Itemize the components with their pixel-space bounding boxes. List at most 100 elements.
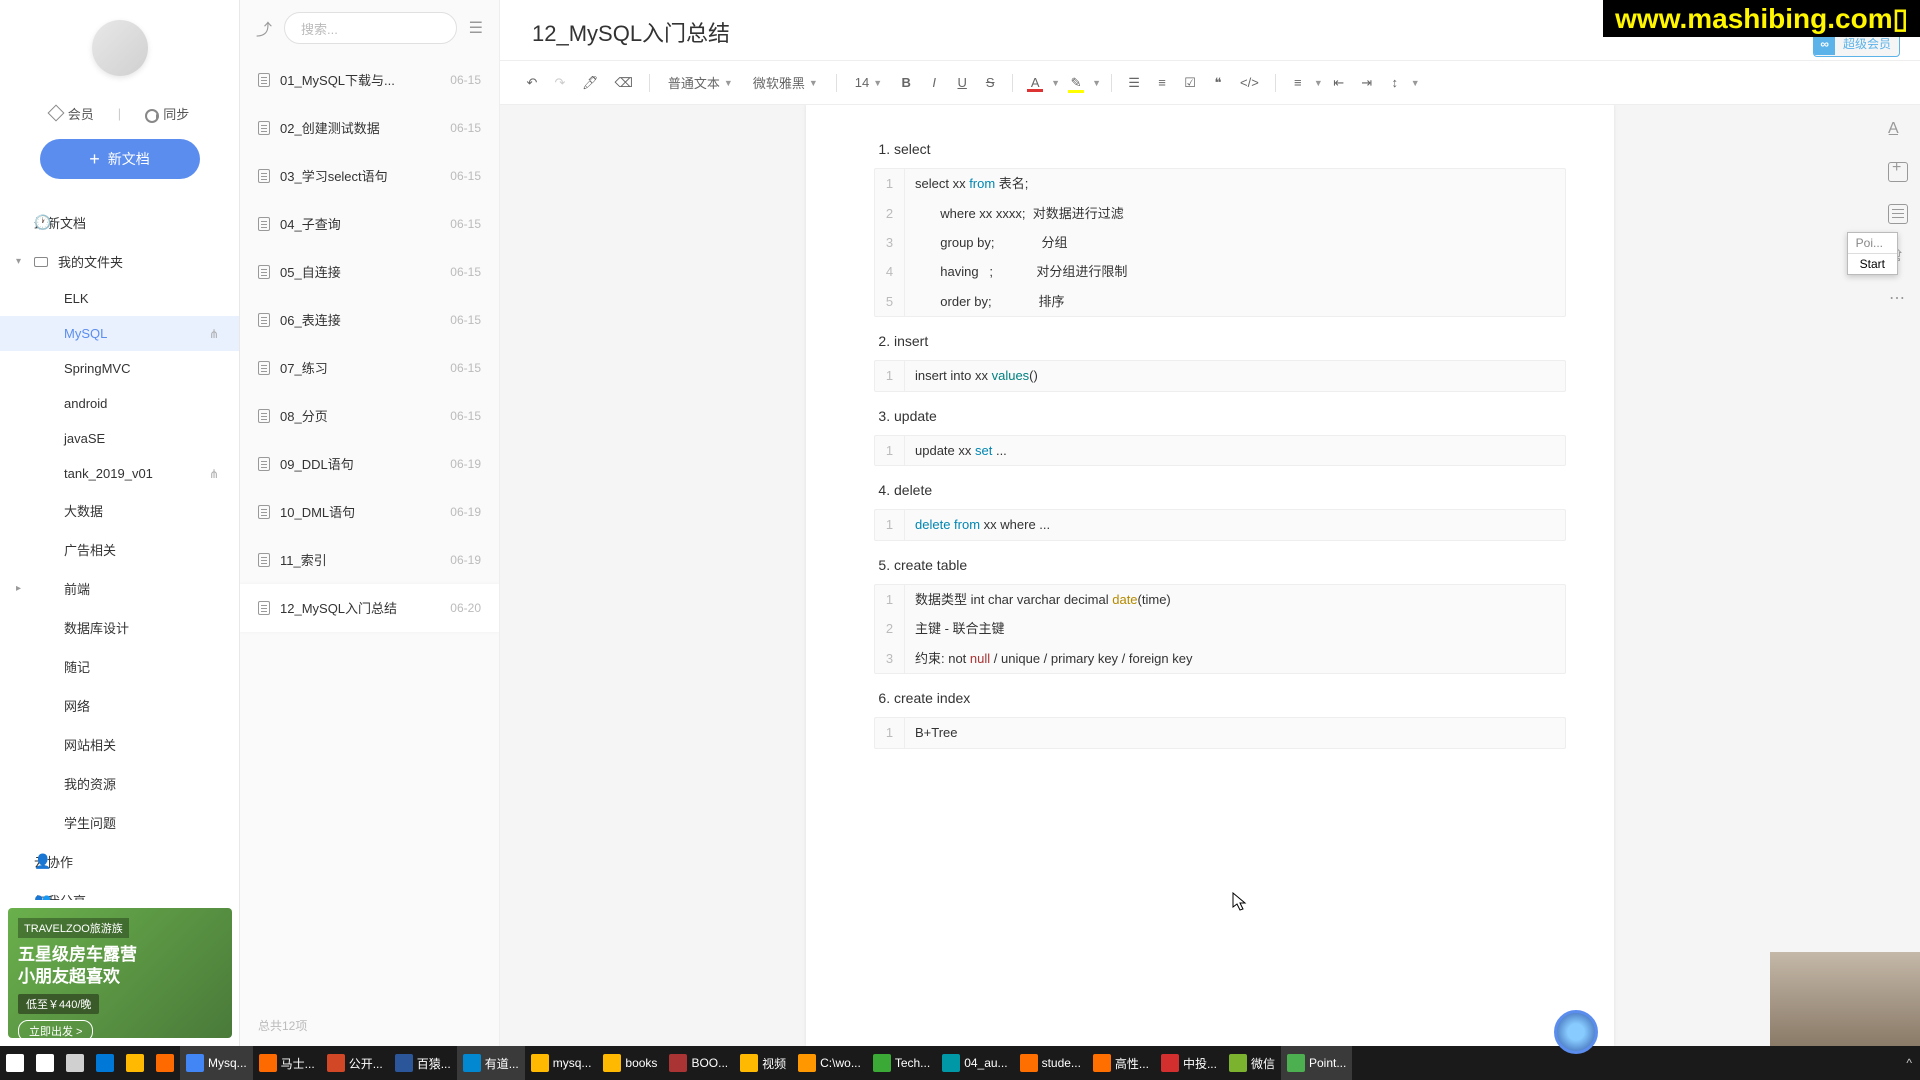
clear-format-button[interactable]: ⌫ bbox=[609, 71, 639, 95]
content-item[interactable]: insert bbox=[894, 329, 1566, 354]
taskbar-item[interactable]: Mysq... bbox=[180, 1046, 253, 1080]
file-item[interactable]: 11_索引06-19 bbox=[240, 536, 499, 584]
content-item[interactable]: create table bbox=[894, 553, 1566, 578]
align-button[interactable]: ≡ bbox=[1286, 71, 1310, 94]
more-icon[interactable]: ⋯ bbox=[1889, 288, 1907, 308]
folder-up-icon[interactable]: ⤴ bbox=[256, 16, 272, 40]
taskbar-item[interactable]: 有道... bbox=[457, 1046, 525, 1080]
checkbox-button[interactable]: ☑ bbox=[1178, 71, 1202, 95]
taskbar-item[interactable]: 马士... bbox=[253, 1046, 321, 1080]
floating-avatar[interactable] bbox=[1554, 1010, 1598, 1054]
taskbar-item[interactable]: BOO... bbox=[663, 1046, 734, 1080]
text-color-button[interactable]: A bbox=[1023, 71, 1047, 94]
user-avatar[interactable] bbox=[92, 20, 148, 76]
taskbar-item[interactable]: mysq... bbox=[525, 1046, 598, 1080]
code-block[interactable]: 1数据类型 int char varchar decimal date(time… bbox=[874, 584, 1566, 674]
file-item[interactable]: 10_DML语句06-19 bbox=[240, 488, 499, 536]
taskbar-item[interactable] bbox=[150, 1046, 180, 1080]
sidebar-item[interactable]: android bbox=[0, 386, 239, 421]
code-block[interactable]: 1select xx from 表名;2 where xx xxxx; 对数据进… bbox=[874, 168, 1566, 317]
file-item[interactable]: 12_MySQL入门总结06-20 bbox=[240, 584, 499, 632]
file-item[interactable]: 01_MySQL下载与...06-15 bbox=[240, 56, 499, 104]
sidebar-item[interactable]: javaSE bbox=[0, 421, 239, 456]
code-block[interactable]: 1insert into xx values() bbox=[874, 360, 1566, 391]
font-size-select[interactable]: 14▼ bbox=[847, 71, 890, 94]
file-item[interactable]: 02_创建测试数据06-15 bbox=[240, 104, 499, 152]
file-item[interactable]: 04_子查询06-15 bbox=[240, 200, 499, 248]
sidebar-item[interactable]: 数据库设计 bbox=[0, 608, 239, 647]
sidebar-item[interactable]: 网络 bbox=[0, 686, 239, 725]
taskbar-item[interactable]: C:\wo... bbox=[792, 1046, 867, 1080]
strike-button[interactable]: S bbox=[978, 71, 1002, 94]
chevron-down-icon[interactable]: ▼ bbox=[1411, 78, 1420, 88]
content-list[interactable]: select 1select xx from 表名;2 where xx xxxx… bbox=[854, 137, 1566, 749]
outline-icon[interactable] bbox=[1888, 204, 1908, 224]
sidebar-item[interactable]: 学生问题 bbox=[0, 803, 239, 842]
taskbar-item[interactable]: 高性... bbox=[1087, 1046, 1155, 1080]
sidebar-item[interactable]: 🕐最新文档 bbox=[0, 203, 239, 242]
add-icon[interactable] bbox=[1888, 162, 1908, 182]
pointfix-float[interactable]: Poi... Start bbox=[1847, 232, 1898, 275]
italic-button[interactable]: I bbox=[922, 71, 946, 94]
taskbar-item[interactable] bbox=[90, 1046, 120, 1080]
code-button[interactable]: </> bbox=[1234, 71, 1265, 94]
content-item[interactable]: select bbox=[894, 137, 1566, 162]
promo-banner[interactable]: TRAVELZOO旅游族 五星级房车露营 小朋友超喜欢 低至￥440/晚 立即出… bbox=[8, 908, 232, 1038]
taskbar-item[interactable] bbox=[0, 1046, 30, 1080]
sync-link[interactable]: 同步 bbox=[145, 104, 189, 123]
number-list-button[interactable]: ≡ bbox=[1150, 71, 1174, 94]
sidebar-item[interactable]: 我的资源 bbox=[0, 764, 239, 803]
format-paint-button[interactable]: 🖊 bbox=[576, 71, 605, 95]
sidebar-item[interactable]: SpringMVC bbox=[0, 351, 239, 386]
tray-expand-icon[interactable]: ^ bbox=[1898, 1056, 1920, 1070]
highlight-button[interactable]: ✎ bbox=[1064, 71, 1088, 95]
taskbar-item[interactable] bbox=[60, 1046, 90, 1080]
search-input[interactable]: 搜索... bbox=[284, 12, 457, 44]
quote-button[interactable]: ❝ bbox=[1206, 71, 1230, 95]
chevron-down-icon[interactable]: ▼ bbox=[1092, 78, 1101, 88]
text-mode-icon[interactable]: A̲ bbox=[1888, 120, 1908, 140]
sidebar-item[interactable]: MySQL⋔ bbox=[0, 316, 239, 351]
taskbar-item[interactable]: 中投... bbox=[1155, 1046, 1223, 1080]
new-doc-button[interactable]: + 新文档 bbox=[40, 139, 200, 179]
line-height-button[interactable]: ↕ bbox=[1383, 71, 1407, 94]
file-item[interactable]: 03_学习select语句06-15 bbox=[240, 152, 499, 200]
taskbar-item[interactable]: 公开... bbox=[321, 1046, 389, 1080]
bullet-list-button[interactable]: ☰ bbox=[1122, 71, 1146, 95]
sidebar-item[interactable]: 👤云协作 bbox=[0, 842, 239, 881]
redo-button[interactable]: ↷ bbox=[548, 71, 572, 95]
file-item[interactable]: 05_自连接06-15 bbox=[240, 248, 499, 296]
undo-button[interactable]: ↶ bbox=[520, 71, 544, 95]
taskbar-item[interactable]: 百猿... bbox=[389, 1046, 457, 1080]
sidebar-item[interactable]: ELK bbox=[0, 281, 239, 316]
menu-icon[interactable]: ☰ bbox=[469, 18, 483, 38]
underline-button[interactable]: U bbox=[950, 71, 974, 94]
chevron-down-icon[interactable]: ▼ bbox=[1051, 78, 1060, 88]
taskbar-item[interactable]: books bbox=[597, 1046, 663, 1080]
content-item[interactable]: create index bbox=[894, 686, 1566, 711]
indent-left-button[interactable]: ⇤ bbox=[1327, 71, 1351, 95]
taskbar-item[interactable]: 04_au... bbox=[936, 1046, 1013, 1080]
taskbar-item[interactable]: Point... bbox=[1281, 1046, 1352, 1080]
file-item[interactable]: 07_练习06-15 bbox=[240, 344, 499, 392]
sidebar-item[interactable]: 网站相关 bbox=[0, 725, 239, 764]
taskbar-item[interactable]: stude... bbox=[1014, 1046, 1087, 1080]
sidebar-item[interactable]: tank_2019_v01⋔ bbox=[0, 456, 239, 491]
doc-body[interactable]: select 1select xx from 表名;2 where xx xxxx… bbox=[500, 105, 1920, 1046]
sidebar-item[interactable]: ▸前端 bbox=[0, 569, 239, 608]
taskbar-item[interactable] bbox=[30, 1046, 60, 1080]
indent-right-button[interactable]: ⇥ bbox=[1355, 71, 1379, 95]
file-item[interactable]: 06_表连接06-15 bbox=[240, 296, 499, 344]
file-item[interactable]: 08_分页06-15 bbox=[240, 392, 499, 440]
text-style-select[interactable]: 普通文本▼ bbox=[660, 69, 741, 96]
code-block[interactable]: 1delete from xx where ... bbox=[874, 509, 1566, 540]
promo-go[interactable]: 立即出发 > bbox=[18, 1020, 93, 1042]
sidebar-item[interactable]: 👥与我分享 bbox=[0, 881, 239, 900]
taskbar-item[interactable] bbox=[120, 1046, 150, 1080]
start-button[interactable]: Start bbox=[1848, 254, 1897, 274]
sidebar-item[interactable]: 随记 bbox=[0, 647, 239, 686]
code-block[interactable]: 1B+Tree bbox=[874, 717, 1566, 748]
bold-button[interactable]: B bbox=[894, 71, 918, 94]
paper[interactable]: select 1select xx from 表名;2 where xx xxxx… bbox=[806, 105, 1614, 1046]
content-item[interactable]: update bbox=[894, 404, 1566, 429]
